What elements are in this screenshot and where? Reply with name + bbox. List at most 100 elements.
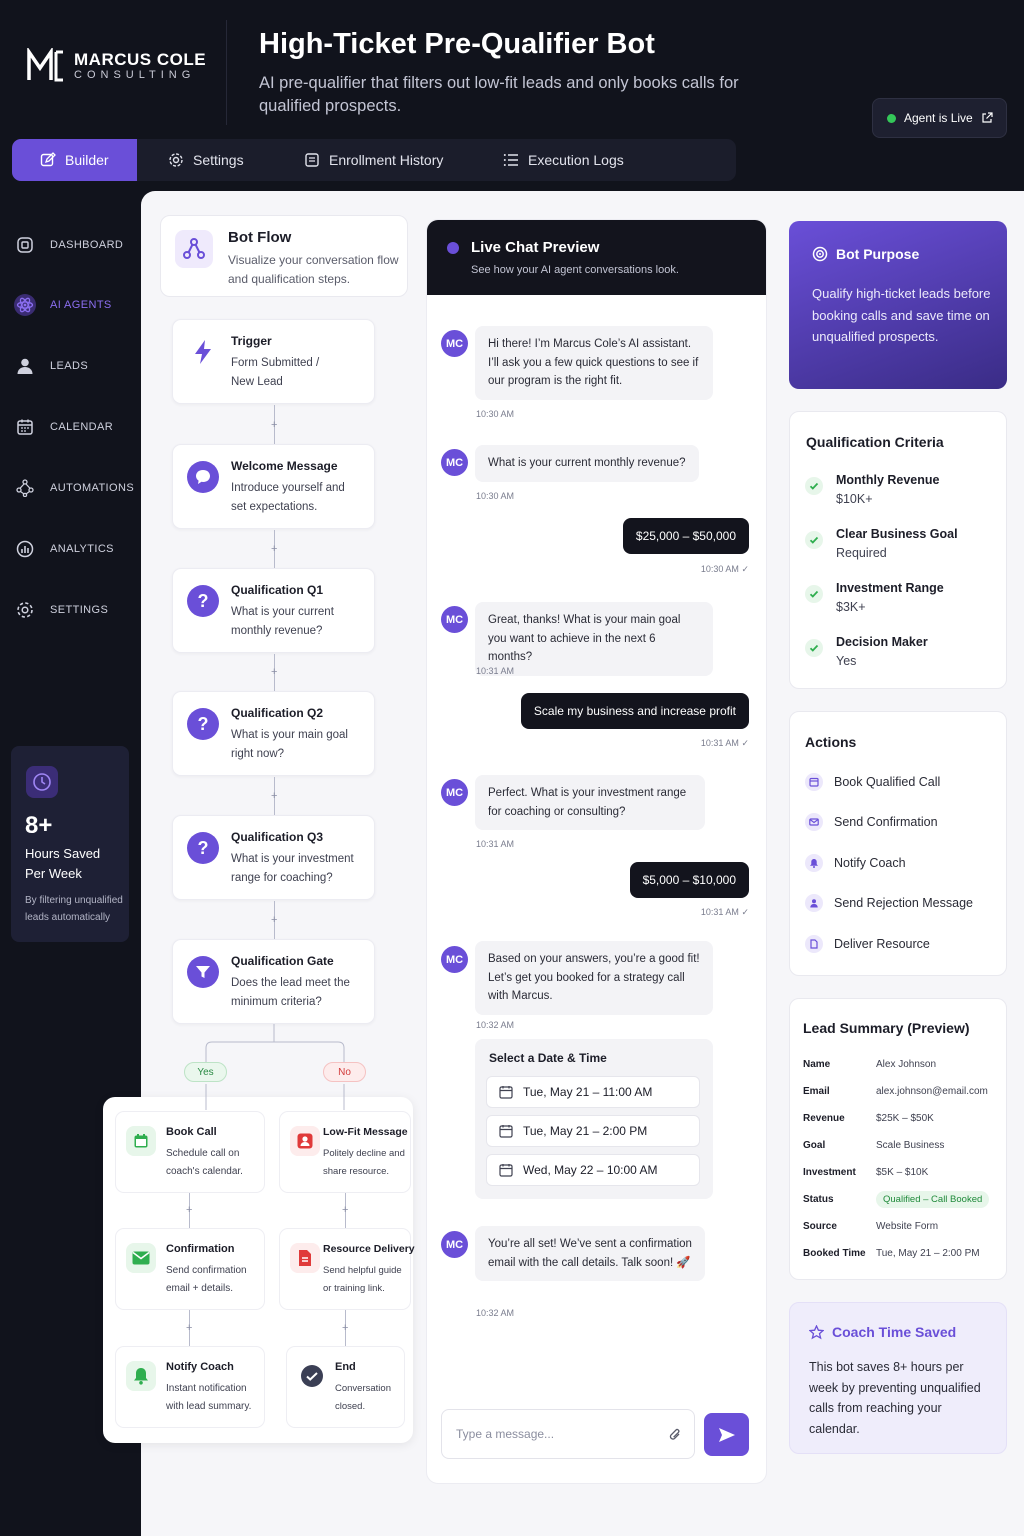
check-icon xyxy=(805,477,823,495)
step-desc: Conversation closed. xyxy=(335,1383,391,1412)
step-title: Qualification Q2 xyxy=(231,706,324,720)
question-icon: ? xyxy=(187,585,219,617)
bot-avatar: MC xyxy=(441,606,468,633)
sidebar-item-settings[interactable]: SETTINGS xyxy=(14,595,108,625)
bot-message: Great, thanks! What is your main goal yo… xyxy=(475,602,713,676)
step-title: Welcome Message xyxy=(231,459,338,473)
flow-step-book-call[interactable]: Book Call Schedule call on coach's calen… xyxy=(115,1111,265,1193)
sidebar-item-dashboard[interactable]: DASHBOARD xyxy=(14,230,123,260)
file-icon xyxy=(805,935,823,953)
sidebar-item-ai-agents[interactable]: AI AGENTS xyxy=(14,290,112,320)
flow-step-welcome[interactable]: Welcome Message Introduce yourself and s… xyxy=(172,444,375,529)
time-slot[interactable]: Wed, May 22 – 10:00 AM xyxy=(486,1154,700,1186)
slot-label: Wed, May 22 – 10:00 AM xyxy=(523,1163,658,1177)
action-deliver-resource[interactable]: Deliver Resource xyxy=(805,934,930,954)
criteria-label: Investment Range xyxy=(836,581,944,595)
step-title: Notify Coach xyxy=(166,1361,234,1373)
step-desc: Instant notification with lead summary. xyxy=(166,1383,252,1412)
calendar-icon xyxy=(805,773,823,791)
criteria-value: $10K+ xyxy=(836,492,873,506)
tab-bar: Builder Settings Enrollment History Exec… xyxy=(12,139,736,181)
tab-execution-logs[interactable]: Execution Logs xyxy=(503,139,624,181)
plus-icon: + xyxy=(186,1204,193,1216)
summary-value: Alex Johnson xyxy=(876,1059,937,1070)
bot-message: You’re all set! We’ve sent a confirmatio… xyxy=(475,1226,705,1281)
bot-message: What is your current monthly revenue? xyxy=(475,445,699,482)
action-send-rejection-message[interactable]: Send Rejection Message xyxy=(805,893,973,913)
sidebar-item-label: AI AGENTS xyxy=(50,299,112,311)
sidebar-item-label: CALENDAR xyxy=(50,421,114,433)
flow-step-q1[interactable]: ? Qualification Q1 What is your current … xyxy=(172,568,375,653)
action-send-confirmation[interactable]: Send Confirmation xyxy=(805,812,938,832)
step-desc: Introduce yourself and set expectations. xyxy=(231,482,345,513)
flow-step-resource-delivery[interactable]: Resource Delivery Send helpful guide or … xyxy=(279,1228,415,1310)
list-icon xyxy=(503,154,518,166)
flow-step-gate[interactable]: Qualification Gate Does the lead meet th… xyxy=(172,939,375,1024)
flow-step-q3[interactable]: ? Qualification Q3 What is your investme… xyxy=(172,815,375,900)
time-slot[interactable]: Tue, May 21 – 2:00 PM xyxy=(486,1115,700,1147)
action-notify-coach[interactable]: Notify Coach xyxy=(805,853,906,873)
criteria-value: Required xyxy=(836,546,887,560)
flow-step-notify-coach[interactable]: Notify Coach Instant notification with l… xyxy=(115,1346,265,1428)
bot-message: Hi there! I’m Marcus Cole’s AI assistant… xyxy=(475,326,713,400)
logo-mark-icon xyxy=(27,48,63,82)
flow-step-trigger[interactable]: Trigger Form Submitted / New Lead xyxy=(172,319,375,404)
flow-step-low-fit-message[interactable]: Low-Fit Message Politely decline and sha… xyxy=(279,1111,411,1193)
message-time: 10:31 AM xyxy=(700,738,739,748)
flow-step-end[interactable]: End Conversation closed. xyxy=(286,1346,405,1428)
summary-value: $5K – $10K xyxy=(876,1167,929,1178)
status-badge: Qualified – Call Booked xyxy=(876,1191,990,1208)
action-label: Send Rejection Message xyxy=(834,896,973,910)
summary-key: Investment xyxy=(803,1167,856,1178)
tab-builder[interactable]: Builder xyxy=(12,139,137,181)
chat-title: Live Chat Preview xyxy=(471,239,600,256)
chat-status-dot xyxy=(447,242,459,254)
actions-card: Actions Book Qualified Call Send Confirm… xyxy=(789,711,1007,976)
summary-value: Tue, May 21 – 2:00 PM xyxy=(876,1248,980,1259)
picker-title: Select a Date & Time xyxy=(489,1051,607,1065)
no-branch-pill: No xyxy=(323,1062,366,1082)
sidebar-item-analytics[interactable]: ANALYTICS xyxy=(14,534,114,564)
flow-step-confirmation[interactable]: Confirmation Send confirmation email + d… xyxy=(115,1228,265,1310)
flow-step-q2[interactable]: ? Qualification Q2 What is your main goa… xyxy=(172,691,375,776)
slot-label: Tue, May 21 – 11:00 AM xyxy=(523,1085,653,1099)
message-time: 10:30 AM xyxy=(476,409,515,419)
page-subtitle: AI pre-qualifier that filters out low-fi… xyxy=(259,74,739,115)
bot-avatar: MC xyxy=(441,449,468,476)
check-icon xyxy=(805,531,823,549)
calendar-icon xyxy=(499,1125,513,1138)
calendar-icon xyxy=(499,1086,513,1099)
message-time: 10:31 AM xyxy=(476,839,515,849)
action-book-qualified-call[interactable]: Book Qualified Call xyxy=(805,772,940,792)
tab-enrollment-history[interactable]: Enrollment History xyxy=(304,139,443,181)
chat-preview: Live Chat Preview See how your AI agent … xyxy=(426,219,767,1484)
user-message: Scale my business and increase profit xyxy=(520,693,749,729)
step-desc: What is your investment range for coachi… xyxy=(231,853,354,884)
paperclip-icon[interactable] xyxy=(668,1427,682,1443)
step-title: Low-Fit Message xyxy=(323,1126,408,1138)
action-label: Send Confirmation xyxy=(834,815,938,829)
date-time-picker: Select a Date & Time Tue, May 21 – 11:00… xyxy=(475,1039,713,1199)
plus-icon: + xyxy=(271,666,278,678)
action-label: Book Qualified Call xyxy=(834,775,941,789)
criteria-value: $3K+ xyxy=(836,600,866,614)
time-slot[interactable]: Tue, May 21 – 11:00 AM xyxy=(486,1076,700,1108)
calendar-icon xyxy=(14,416,36,438)
mail-icon xyxy=(126,1243,156,1273)
sidebar-item-automations[interactable]: AUTOMATIONS xyxy=(14,473,134,503)
hours-saved-card: 8+ Hours Saved Per Week By filtering unqu… xyxy=(11,746,129,942)
lead-summary-card: Lead Summary (Preview) Name Alex Johnson … xyxy=(789,998,1007,1280)
sidebar-item-calendar[interactable]: CALENDAR xyxy=(14,412,113,442)
atom-icon xyxy=(14,294,36,316)
sidebar-item-leads[interactable]: LEADS xyxy=(14,351,88,381)
message-input[interactable]: Type a message... xyxy=(441,1409,695,1459)
tab-settings[interactable]: Settings xyxy=(168,139,244,181)
send-button[interactable] xyxy=(704,1413,749,1456)
brand-name: MARCUS COLE xyxy=(74,50,207,69)
bot-avatar: MC xyxy=(441,1231,468,1258)
step-title: Trigger xyxy=(231,334,272,348)
bot-flow-title: Bot Flow xyxy=(228,229,292,246)
agent-status-button[interactable]: Agent is Live xyxy=(872,98,1007,138)
tab-label: Execution Logs xyxy=(528,152,624,168)
send-icon xyxy=(718,1427,735,1442)
